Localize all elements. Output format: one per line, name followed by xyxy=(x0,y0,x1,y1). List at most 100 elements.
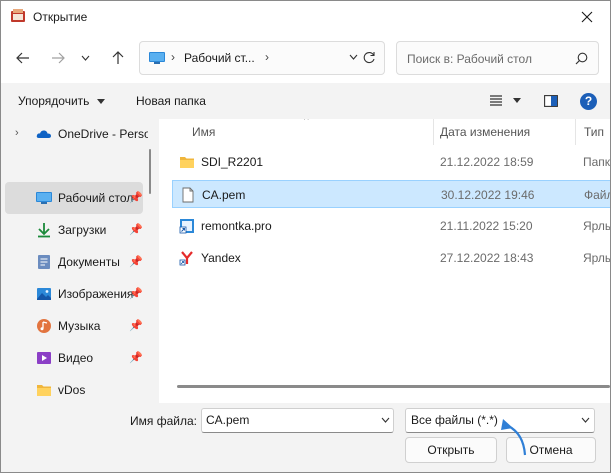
command-bar: Упорядочить Новая папка ? xyxy=(1,83,610,119)
open-file-dialog: Открытие › Рабочий ст... › Поиск в: Рабо… xyxy=(0,0,611,473)
open-button[interactable]: Открыть xyxy=(405,437,497,463)
file-type: Ярлык xyxy=(583,251,610,265)
search-icon xyxy=(575,52,588,65)
sort-ascending-icon: ^ xyxy=(304,119,309,126)
window-title: Открытие xyxy=(33,10,88,24)
column-type[interactable]: Тип xyxy=(584,125,604,139)
music-icon xyxy=(37,319,51,333)
change-view-button[interactable] xyxy=(489,94,525,109)
yandex-icon xyxy=(179,251,193,266)
navigation-row: › Рабочий ст... › Поиск в: Рабочий стол xyxy=(1,33,610,83)
file-name: Yandex xyxy=(201,251,241,265)
nav-item-music[interactable]: Музыка 📌 xyxy=(5,310,143,342)
close-button[interactable] xyxy=(564,1,610,33)
nav-item-downloads[interactable]: Загрузки 📌 xyxy=(5,214,143,246)
pin-icon: 📌 xyxy=(129,352,143,364)
new-folder-button[interactable]: Новая папка xyxy=(136,94,206,108)
file-date: 21.12.2022 18:59 xyxy=(440,155,534,169)
documents-icon xyxy=(38,255,50,269)
help-icon[interactable]: ? xyxy=(580,93,597,110)
nav-item-label: Загрузки xyxy=(58,223,107,237)
pin-icon: 📌 xyxy=(129,256,143,268)
navigation-pane: › OneDrive - Perso Рабочий стол 📌 Загруз… xyxy=(1,119,148,403)
nav-item-documents[interactable]: Документы 📌 xyxy=(5,246,143,278)
address-path: Рабочий ст... xyxy=(184,51,255,65)
organize-label: Упорядочить xyxy=(18,94,90,108)
file-name: SDI_R2201 xyxy=(201,155,264,169)
forward-arrow-icon xyxy=(52,52,65,64)
column-divider[interactable] xyxy=(575,119,576,145)
pin-icon: 📌 xyxy=(129,224,143,236)
organize-menu-button[interactable]: Упорядочить xyxy=(18,94,105,108)
breadcrumb-separator: › xyxy=(171,50,175,64)
preview-pane-icon xyxy=(544,95,558,107)
filename-input[interactable]: CA.pem xyxy=(201,408,394,433)
address-bar[interactable]: › Рабочий ст... › xyxy=(139,41,385,75)
nav-item-label: Документы xyxy=(58,255,120,269)
file-date: 27.12.2022 18:43 xyxy=(440,251,534,265)
onedrive-icon xyxy=(36,130,51,138)
caret-down-icon xyxy=(96,99,105,105)
new-folder-label: Новая папка xyxy=(136,94,206,108)
column-date[interactable]: Дата изменения xyxy=(440,125,530,139)
horizontal-scrollbar[interactable] xyxy=(177,385,610,388)
nav-item-label: Рабочий стол xyxy=(58,191,134,205)
expand-chevron-icon[interactable]: › xyxy=(15,127,19,139)
file-type: Папка xyxy=(583,155,610,169)
chevron-down-icon xyxy=(81,55,89,61)
pin-icon: 📌 xyxy=(129,288,143,300)
view-list-icon xyxy=(490,95,521,106)
pin-icon: 📌 xyxy=(129,192,143,204)
nav-item-onedrive[interactable]: › OneDrive - Perso xyxy=(5,119,148,150)
forward-button[interactable] xyxy=(45,45,71,71)
nav-item-video[interactable]: Видео 📌 xyxy=(5,342,143,374)
folder-icon xyxy=(37,385,51,396)
chevron-down-icon[interactable] xyxy=(349,54,358,60)
column-header-row: ^ Имя Дата изменения Тип xyxy=(159,119,610,145)
file-list: ^ Имя Дата изменения Тип SDI_R2201 21.12… xyxy=(159,119,610,403)
file-name: CA.pem xyxy=(202,188,246,202)
file-row[interactable]: Yandex 27.12.2022 18:43 Ярлык xyxy=(172,244,610,272)
file-date: 30.12.2022 19:46 xyxy=(441,188,535,202)
back-arrow-icon xyxy=(16,52,29,64)
search-box[interactable]: Поиск в: Рабочий стол xyxy=(396,41,599,75)
chevron-down-icon[interactable] xyxy=(581,417,590,423)
recent-locations-button[interactable] xyxy=(76,45,94,71)
title-bar: Открытие xyxy=(1,1,610,33)
nav-item-desktop[interactable]: Рабочий стол 📌 xyxy=(5,182,143,214)
back-button[interactable] xyxy=(10,45,36,71)
nav-item-label: vDos xyxy=(58,383,86,397)
file-type: Файл xyxy=(584,188,610,202)
nav-scrollbar[interactable] xyxy=(149,149,151,194)
video-icon xyxy=(37,352,51,364)
file-row[interactable]: SDI_R2201 21.12.2022 18:59 Папка xyxy=(172,148,610,176)
annotation-arrow-icon xyxy=(501,419,527,456)
refresh-icon[interactable] xyxy=(362,51,376,65)
filename-label: Имя файла: xyxy=(130,414,197,428)
pin-icon: 📌 xyxy=(129,320,143,332)
dialog-icon xyxy=(11,9,25,22)
nav-item-label: OneDrive - Perso xyxy=(58,127,148,141)
preview-pane-button[interactable] xyxy=(544,95,558,110)
file-date: 21.11.2022 15:20 xyxy=(440,219,533,233)
file-row[interactable]: remontka.pro 21.11.2022 15:20 Ярлык xyxy=(172,212,610,240)
up-arrow-icon xyxy=(112,51,124,64)
file-type: Ярлык xyxy=(583,219,610,233)
file-row-selected[interactable]: CA.pem 30.12.2022 19:46 Файл xyxy=(172,180,610,208)
column-name[interactable]: Имя xyxy=(192,125,215,139)
pictures-icon xyxy=(37,288,51,300)
column-divider[interactable] xyxy=(433,119,434,145)
up-button[interactable] xyxy=(105,45,131,71)
nav-item-label: Музыка xyxy=(58,319,101,333)
close-icon xyxy=(581,11,593,23)
bottom-bar: Имя файла: CA.pem Все файлы (*.*) Открыт… xyxy=(1,403,610,472)
desktop-icon xyxy=(149,52,165,64)
search-placeholder: Поиск в: Рабочий стол xyxy=(407,52,532,66)
nav-item-pictures[interactable]: Изображения 📌 xyxy=(5,278,143,310)
breadcrumb-separator[interactable]: › xyxy=(265,50,269,64)
downloads-icon xyxy=(38,223,50,238)
nav-item-vdos[interactable]: vDos xyxy=(5,374,143,403)
nav-item-label: Видео xyxy=(58,351,94,365)
chevron-down-icon[interactable] xyxy=(381,417,390,423)
shortcut-icon xyxy=(179,219,194,234)
